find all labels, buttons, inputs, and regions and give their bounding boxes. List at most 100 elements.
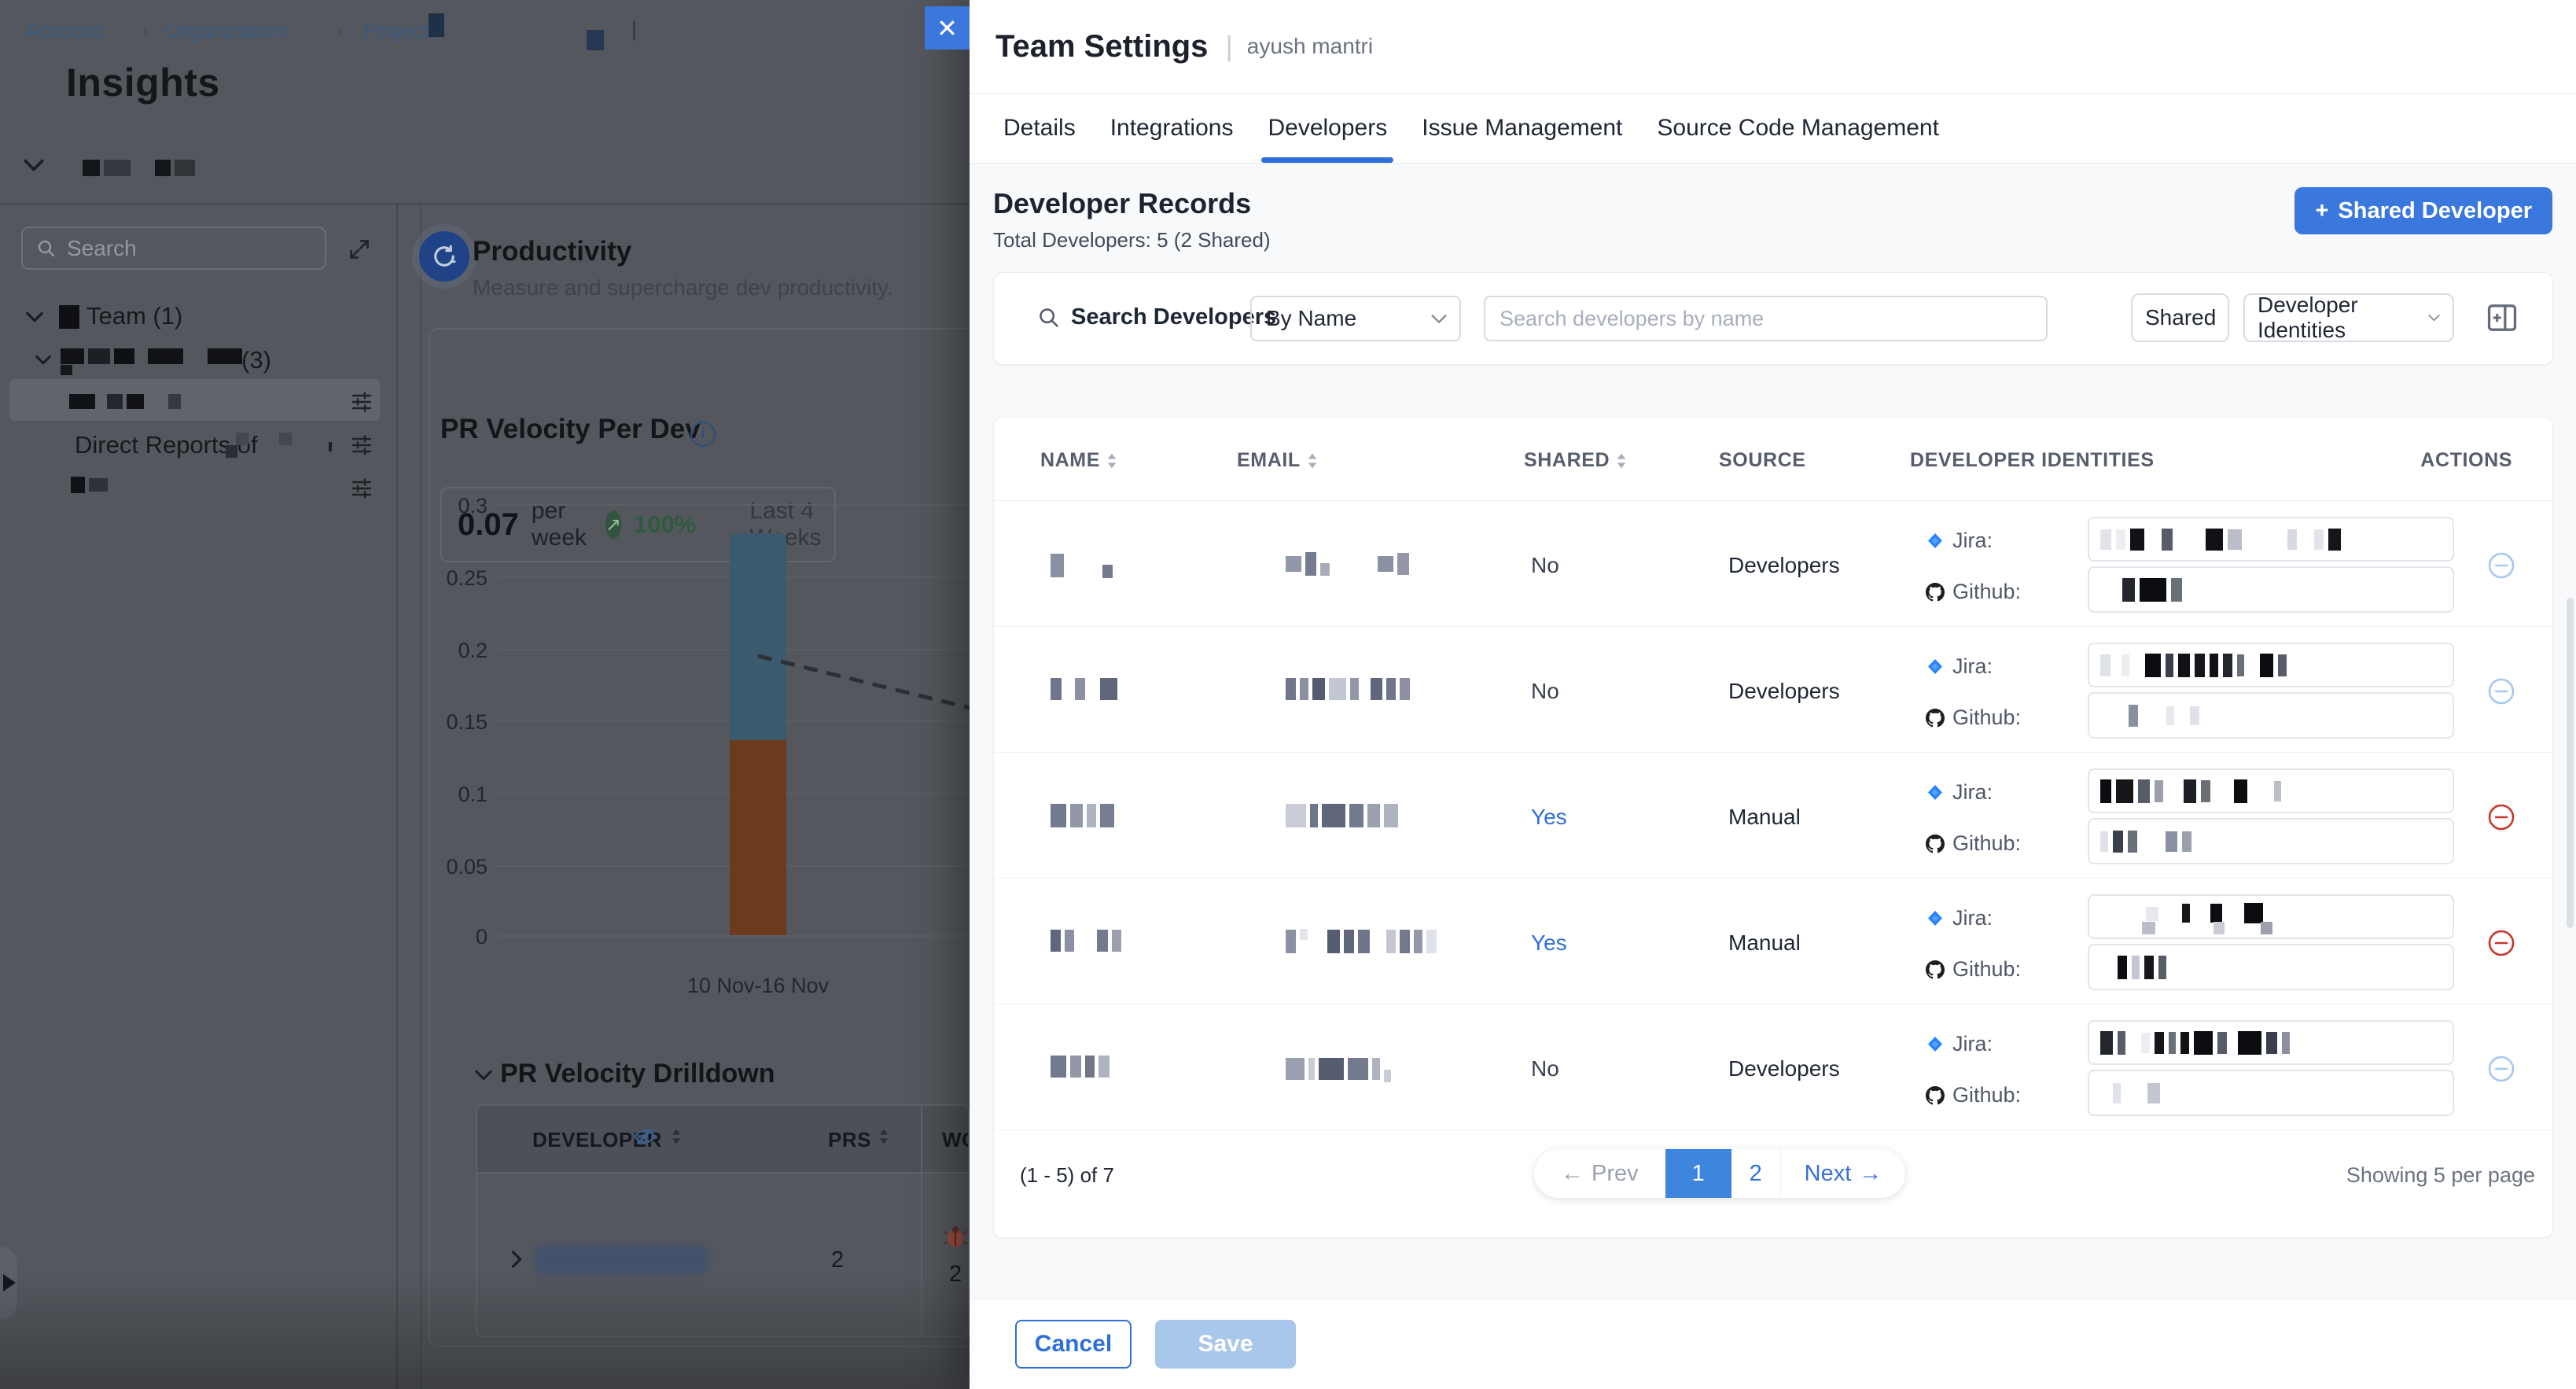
- gridline: [497, 935, 970, 937]
- redacted-text: [83, 160, 195, 176]
- filters-icon[interactable]: [351, 391, 372, 413]
- breadcrumb-account[interactable]: Account:: [26, 19, 109, 43]
- page-2-button[interactable]: 2: [1731, 1149, 1781, 1198]
- column-name[interactable]: NAME: [1040, 449, 1117, 472]
- breadcrumb-chevron-icon: ›: [337, 19, 344, 43]
- sidebar-search-placeholder: Search: [67, 236, 137, 261]
- remove-developer-icon[interactable]: [2487, 929, 2515, 957]
- per-page-text: Showing 5 per page: [2346, 1163, 2535, 1188]
- sidebar-subteam-count[interactable]: (3): [241, 346, 271, 374]
- jira-icon: [1926, 909, 1945, 928]
- sort-icon[interactable]: [1616, 452, 1627, 470]
- shared-filter-dropdown[interactable]: Shared: [2131, 293, 2229, 342]
- productivity-icon: [419, 231, 469, 282]
- developers-table: NAME EMAIL SHARED SOURCE DEVELOPER IDENT…: [993, 417, 2553, 1238]
- save-button[interactable]: Save: [1155, 1320, 1296, 1369]
- column-email[interactable]: EMAIL: [1237, 449, 1318, 472]
- filters-icon[interactable]: [351, 477, 372, 499]
- tab-issue-management[interactable]: Issue Management: [1422, 94, 1622, 163]
- github-identity-field[interactable]: [2088, 818, 2454, 864]
- remove-developer-icon[interactable]: [2487, 803, 2515, 831]
- email-redacted: [1286, 552, 1409, 576]
- modal-tabs: Details Integrations Developers Issue Ma…: [970, 93, 2576, 164]
- github-identity-field[interactable]: [2088, 692, 2454, 739]
- remove-developer-icon[interactable]: [2487, 677, 2515, 706]
- page-1-button[interactable]: 1: [1665, 1149, 1731, 1198]
- github-label: Github:: [1926, 957, 2021, 982]
- sort-icon[interactable]: [1307, 452, 1318, 470]
- column-prs[interactable]: PRS: [828, 1128, 871, 1152]
- eye-slash-icon[interactable]: [633, 1126, 657, 1147]
- chevron-down-icon[interactable]: [35, 355, 51, 365]
- tab-source-code-management[interactable]: Source Code Management: [1657, 94, 1939, 163]
- bar-segment-bottom[interactable]: [730, 740, 786, 935]
- table-row: Yes Manual Jira: Github:: [994, 878, 2552, 1004]
- next-page-button[interactable]: Next→: [1781, 1161, 1906, 1187]
- sort-icon[interactable]: [671, 1128, 682, 1145]
- jira-identity-field[interactable]: [2088, 894, 2454, 939]
- chevron-down-icon[interactable]: [475, 1070, 492, 1081]
- pagination: ←Prev 1 2 Next→: [1534, 1149, 1905, 1198]
- github-identity-field[interactable]: [2088, 1070, 2454, 1116]
- jira-identity-field[interactable]: [2088, 643, 2454, 687]
- tab-integrations[interactable]: Integrations: [1110, 94, 1234, 163]
- shared-value: Yes: [1531, 805, 1567, 830]
- developer-identities-dropdown[interactable]: Developer Identities: [2243, 293, 2454, 342]
- redacted-text: [71, 477, 108, 493]
- search-icon: [1038, 307, 1060, 329]
- breadcrumb-project[interactable]: Project:: [363, 19, 436, 43]
- screen: Account: › Organization: › Project: | In…: [0, 0, 2576, 1389]
- expand-icon[interactable]: [348, 238, 370, 260]
- info-icon[interactable]: i: [690, 422, 716, 447]
- remove-developer-icon[interactable]: [2487, 551, 2515, 580]
- jira-identity-field[interactable]: [2088, 517, 2454, 562]
- chevron-down-icon[interactable]: [26, 311, 43, 322]
- breadcrumb-organization[interactable]: Organization:: [164, 19, 291, 43]
- tab-details[interactable]: Details: [1003, 94, 1076, 163]
- shared-value: No: [1531, 553, 1559, 578]
- sidebar-search-input[interactable]: Search: [21, 227, 326, 270]
- total-developers-text: Total Developers: 5 (2 Shared): [993, 228, 1271, 252]
- remove-developer-icon[interactable]: [2487, 1055, 2515, 1083]
- y-tick: 0.3: [439, 494, 488, 518]
- tab-developers[interactable]: Developers: [1268, 94, 1387, 163]
- search-by-select[interactable]: By Name: [1250, 296, 1461, 341]
- scrollbar[interactable]: [2567, 598, 2574, 928]
- filters-icon[interactable]: [351, 434, 372, 456]
- chevron-down-icon[interactable]: [24, 159, 44, 171]
- column-settings-icon[interactable]: [2487, 303, 2517, 333]
- chevron-right-icon[interactable]: [511, 1251, 522, 1268]
- section-title-productivity: Productivity: [473, 236, 631, 267]
- sidebar-item-team[interactable]: Team (1): [86, 302, 182, 330]
- email-redacted: [1286, 804, 1398, 827]
- jira-identity-field[interactable]: [2088, 768, 2454, 813]
- column-wo[interactable]: WO: [942, 1128, 970, 1152]
- table-row: No Developers Jira: Github:: [994, 1004, 2552, 1130]
- y-tick: 0.25: [439, 566, 488, 591]
- cancel-button[interactable]: Cancel: [1015, 1320, 1132, 1369]
- email-redacted: [1286, 1056, 1391, 1082]
- add-shared-developer-button[interactable]: + Shared Developer: [2294, 187, 2552, 234]
- github-label: Github:: [1926, 1083, 2021, 1107]
- close-icon[interactable]: ✕: [925, 6, 970, 50]
- pagination-range: (1 - 5) of 7: [1020, 1163, 1114, 1188]
- column-shared[interactable]: SHARED: [1524, 449, 1627, 472]
- y-tick: 0: [439, 925, 488, 949]
- redacted-block: [279, 433, 292, 445]
- sort-icon[interactable]: [878, 1128, 889, 1145]
- y-tick: 0.05: [439, 855, 488, 879]
- modal-header: Team Settings | ayush mantri: [970, 0, 2576, 93]
- github-identity-field[interactable]: [2088, 566, 2454, 613]
- sort-icon[interactable]: [1106, 452, 1117, 470]
- redacted-block: [226, 445, 237, 458]
- modal-subtitle: ayush mantri: [1247, 34, 1373, 59]
- x-axis-label: 10 Nov-16 Nov: [683, 974, 833, 998]
- developer-name-redacted[interactable]: [535, 1246, 708, 1274]
- redacted-block: [587, 30, 604, 50]
- prev-page-button[interactable]: ←Prev: [1534, 1161, 1665, 1187]
- sidebar-item-selected[interactable]: [9, 379, 380, 421]
- jira-identity-field[interactable]: [2088, 1020, 2454, 1065]
- section-subtitle-productivity: Measure and supercharge dev productivity…: [473, 275, 893, 300]
- search-developers-input[interactable]: [1484, 296, 2048, 341]
- github-identity-field[interactable]: [2088, 944, 2454, 990]
